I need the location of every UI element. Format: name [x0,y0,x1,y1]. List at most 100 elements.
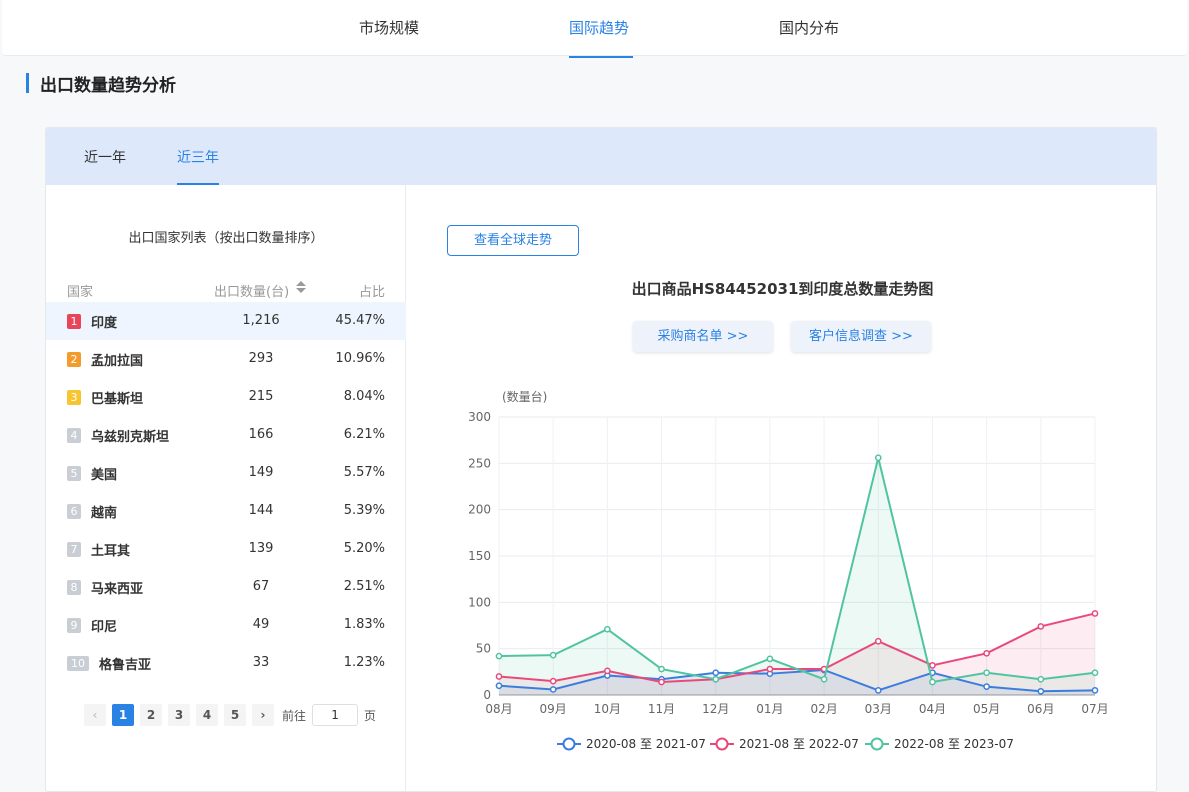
data-point [1091,610,1099,617]
export-quantity: 293 [248,351,274,366]
x-tick-label: 09月 [540,702,567,716]
table-row[interactable]: 7 土耳其 139 5.20% [46,530,406,568]
x-tick-label: 06月 [1027,702,1054,716]
y-tick-label: 100 [468,595,491,609]
export-quantity: 33 [252,655,270,670]
table-row[interactable]: 3 巴基斯坦 215 8.04% [46,378,406,416]
data-point [712,675,720,683]
table-row[interactable]: 2 孟加拉国 293 10.96% [46,340,406,378]
export-percent: 5.39% [343,503,385,518]
legend-swatch-marker [715,737,729,751]
legend-swatch-marker [562,737,576,751]
y-tick-label: 250 [468,456,491,470]
table-row[interactable]: 6 越南 144 5.39% [46,492,406,530]
y-tick-label: 300 [468,410,491,424]
export-percent: 10.96% [335,351,385,366]
sort-icon[interactable] [296,281,306,295]
page-button-1[interactable]: 1 [112,704,134,726]
x-tick-label: 04月 [919,702,946,716]
table-header: 国家 出口数量(台) 占比 [46,279,406,303]
data-point [495,682,503,690]
period-tabs: 近一年 近三年 [46,128,1156,185]
y-tick-label: 0 [483,688,491,702]
export-quantity: 166 [248,427,274,442]
view-global-trend-button[interactable]: 查看全球走势 [447,225,579,256]
table-row[interactable]: 4 乌兹别克斯坦 166 6.21% [46,416,406,454]
export-percent: 8.04% [343,389,385,404]
rank-badge: 6 [67,504,81,519]
page-button-3[interactable]: 3 [168,704,190,726]
table-row[interactable]: 5 美国 149 5.57% [46,454,406,492]
rank-badge: 5 [67,466,81,481]
page-jump-input[interactable] [312,704,359,726]
country-name: 越南 [91,506,118,521]
x-tick-label: 08月 [485,702,512,716]
country-name: 印度 [91,316,118,331]
data-point [766,665,774,673]
y-axis-label: (数量台) [502,389,547,404]
nav-tab-international-trend[interactable]: 国际趋势 [569,17,629,38]
tab-last-three-years[interactable]: 近三年 [177,147,219,167]
chart-panel: 查看全球走势 出口商品HS84452031到印度总数量走势图 采购商名单 >> … [407,185,1156,791]
data-point [983,683,990,691]
header-quantity[interactable]: 出口数量(台) [214,281,289,300]
export-quantity: 49 [252,617,270,632]
legend-label: 2022-08 至 2023-07 [894,737,1014,751]
export-percent: 1.23% [343,655,385,670]
top-nav: 市场规模 国际趋势 国内分布 [2,0,1187,58]
page-button-5[interactable]: 5 [224,704,246,726]
data-point [1091,687,1099,694]
data-point [766,655,774,663]
rank-badge: 10 [67,656,89,671]
export-percent: 1.83% [343,617,385,632]
export-quantity: 149 [248,465,274,480]
export-quantity: 1,216 [242,313,280,328]
chevron-right-icon[interactable]: › [252,704,274,726]
page-button-2[interactable]: 2 [140,704,162,726]
tab-last-year[interactable]: 近一年 [84,147,126,167]
nav-tab-market-size[interactable]: 市场规模 [359,17,419,38]
country-name: 印尼 [91,620,118,635]
table-row[interactable]: 9 印尼 49 1.83% [46,606,406,644]
header-country: 国家 [67,285,94,300]
section-title: 出口数量趋势分析 [40,75,176,96]
country-name: 孟加拉国 [91,354,144,369]
export-percent: 2.51% [343,579,385,594]
header-percent: 占比 [358,285,385,300]
country-name: 美国 [91,468,118,483]
data-point [658,678,665,686]
data-point [929,678,936,686]
export-percent: 5.57% [343,465,385,480]
country-table-body: 1 印度 1,216 45.47% 2 孟加拉国 293 10.96% 3 巴基斯坦 215 8.04… [46,302,406,682]
customer-survey-button[interactable]: 客户信息调查 >> [791,321,931,352]
chevron-left-icon[interactable]: ‹ [84,704,106,726]
data-point [1091,669,1099,677]
country-name: 格鲁吉亚 [99,658,152,673]
table-row[interactable]: 10 格鲁吉亚 33 1.23% [46,644,406,682]
rank-badge: 3 [67,390,81,405]
section-marker [26,73,29,93]
page-button-4[interactable]: 4 [196,704,218,726]
x-tick-label: 01月 [756,702,783,716]
data-point [604,625,611,633]
data-point [549,651,557,659]
table-row[interactable]: 8 马来西亚 67 2.51% [46,568,406,606]
country-name: 巴基斯坦 [91,392,144,407]
pagination: ‹ 1 2 3 4 5 › 前往 页 [84,704,376,726]
y-tick-label: 200 [468,503,491,517]
table-row[interactable]: 1 印度 1,216 45.47% [46,302,406,340]
x-tick-label: 11月 [648,702,675,716]
rank-badge: 1 [67,314,81,329]
data-point [712,669,720,677]
export-quantity: 144 [248,503,274,518]
data-point [1037,675,1045,683]
data-point [929,661,936,669]
export-quantity: 139 [248,541,274,556]
buyer-list-button[interactable]: 采购商名单 >> [633,321,773,352]
nav-tab-domestic-distribution[interactable]: 国内分布 [779,17,839,38]
data-point [495,673,503,680]
rank-badge: 9 [67,618,81,633]
export-percent: 6.21% [343,427,385,442]
nav-active-underline [569,56,633,58]
rank-badge: 7 [67,542,81,557]
